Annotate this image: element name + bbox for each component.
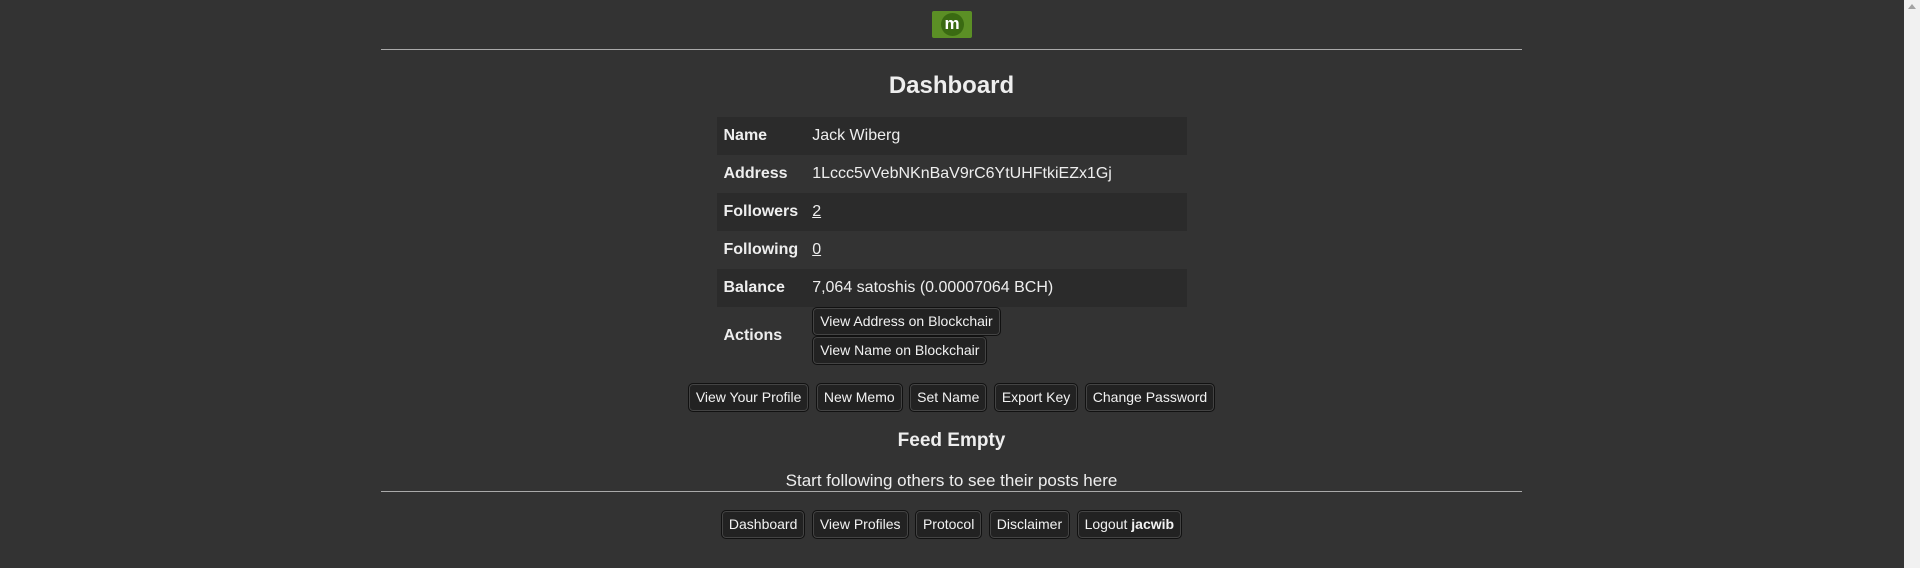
footer-view-profiles-button[interactable]: View Profiles xyxy=(811,510,909,539)
new-memo-button[interactable]: New Memo xyxy=(815,383,903,412)
row-actions: Actions View Address on Blockchair View … xyxy=(717,307,1187,365)
footer-dashboard-button[interactable]: Dashboard xyxy=(720,510,806,539)
logout-username: jacwib xyxy=(1131,516,1175,532)
feed-title: Feed Empty xyxy=(897,430,1006,451)
following-label: Following xyxy=(723,241,799,258)
dashboard-actions: View Your Profile New Memo Set Name Expo… xyxy=(381,383,1522,412)
followers-link[interactable]: 2 xyxy=(812,203,821,220)
row-following: Following 0 xyxy=(717,231,1187,269)
page: m Dashboard Name Jack Wiberg Address 1Lc… xyxy=(0,0,1904,568)
name-label: Name xyxy=(716,117,806,155)
footer-protocol-button[interactable]: Protocol xyxy=(914,510,983,539)
logout-label: Logout xyxy=(1084,516,1128,532)
balance-label: Balance xyxy=(716,269,806,307)
row-address: Address 1Lccc5vVebNKnBaV9rC6YtUHFtkiEZx1… xyxy=(717,155,1187,193)
balance-value: 7,064 satoshis (0.00007064 BCH) xyxy=(805,269,1187,307)
address-value: 1Lccc5vVebNKnBaV9rC6YtUHFtkiEZx1Gj xyxy=(812,165,1112,182)
scroll-up-arrow-icon[interactable] xyxy=(1908,4,1916,9)
following-link[interactable]: 0 xyxy=(812,241,821,258)
profile-info-table: Name Jack Wiberg Address 1Lccc5vVebNKnBa… xyxy=(716,117,1187,365)
row-name: Name Jack Wiberg xyxy=(716,117,1187,155)
page-title: Dashboard xyxy=(888,72,1015,99)
memo-logo-letter: m xyxy=(940,13,964,36)
feed-message: Start following others to see their post… xyxy=(785,471,1118,490)
row-followers: Followers 2 xyxy=(716,193,1187,231)
memo-logo[interactable]: m xyxy=(931,11,972,38)
logout-button[interactable]: Logout jacwib xyxy=(1076,510,1183,539)
address-label: Address xyxy=(723,165,788,182)
view-address-blockchair-button[interactable]: View Address on Blockchair xyxy=(812,307,1001,336)
view-your-profile-button[interactable]: View Your Profile xyxy=(687,383,810,412)
followers-label: Followers xyxy=(716,193,806,231)
following-cell: 0 xyxy=(805,231,1186,269)
header: m xyxy=(381,0,1522,49)
actions-cell: View Address on Blockchair View Name on … xyxy=(805,307,1186,365)
vertical-scrollbar[interactable] xyxy=(1904,0,1920,568)
actions-label: Actions xyxy=(723,327,783,344)
footer-divider xyxy=(381,491,1522,492)
set-name-button[interactable]: Set Name xyxy=(909,383,988,412)
header-divider xyxy=(381,49,1522,50)
view-name-blockchair-button[interactable]: View Name on Blockchair xyxy=(812,336,988,365)
followers-cell: 2 xyxy=(805,193,1187,231)
footer-disclaimer-button[interactable]: Disclaimer xyxy=(988,510,1071,539)
row-balance: Balance 7,064 satoshis (0.00007064 BCH) xyxy=(716,269,1187,307)
change-password-button[interactable]: Change Password xyxy=(1084,383,1216,412)
footer-nav: Dashboard View Profiles Protocol Disclai… xyxy=(381,510,1522,539)
export-key-button[interactable]: Export Key xyxy=(993,383,1079,412)
main-container: m Dashboard Name Jack Wiberg Address 1Lc… xyxy=(381,0,1522,539)
name-value: Jack Wiberg xyxy=(805,117,1187,155)
